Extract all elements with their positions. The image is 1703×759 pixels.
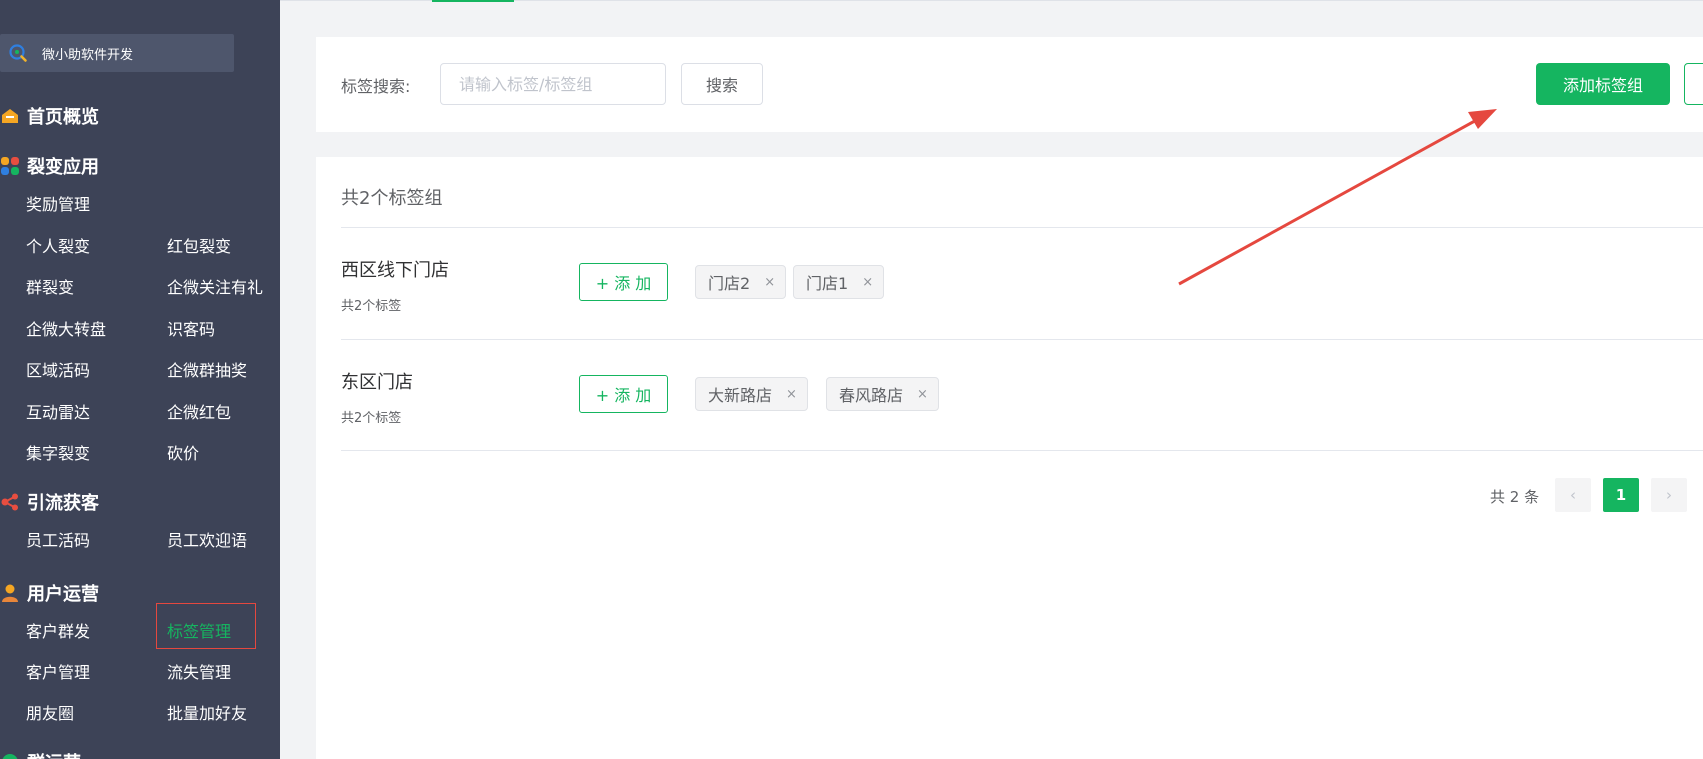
nav-section-home[interactable]: 首页概览 bbox=[0, 103, 99, 129]
brand-name: 微小助软件开发 bbox=[42, 47, 134, 63]
menu-item-churn-management[interactable]: 流失管理 bbox=[167, 659, 231, 683]
tag-close-icon[interactable]: × bbox=[917, 387, 928, 402]
menu-item-rewards[interactable]: 奖励管理 bbox=[26, 191, 90, 215]
menu-item-staff-qrcode[interactable]: 员工活码 bbox=[26, 527, 90, 551]
tag-chip: 春风路店 × bbox=[826, 377, 939, 411]
tag-group-tag-count: 共2个标签 bbox=[341, 299, 402, 314]
menu-item-moments[interactable]: 朋友圈 bbox=[26, 700, 74, 724]
search-label: 标签搜索: bbox=[341, 77, 411, 96]
nav-section-label: 引流获客 bbox=[27, 493, 99, 514]
nav-section-label: 首页概览 bbox=[27, 107, 99, 128]
pagination-prev-button[interactable]: ‹ bbox=[1555, 478, 1591, 512]
add-tag-group-button[interactable]: 添加标签组 bbox=[1536, 63, 1670, 105]
menu-item-customer-broadcast[interactable]: 客户群发 bbox=[26, 618, 90, 642]
menu-item-bargain[interactable]: 砍价 bbox=[167, 440, 199, 464]
menu-item-tag-management[interactable]: 标签管理 bbox=[167, 618, 231, 642]
tag-label: 门店2 bbox=[708, 274, 751, 293]
pagination-total: 共 2 条 bbox=[1490, 488, 1540, 506]
menu-item-lucky-wheel[interactable]: 企微大转盘 bbox=[26, 316, 106, 340]
divider bbox=[341, 450, 1703, 451]
tag-search-input[interactable] bbox=[440, 63, 666, 105]
user-icon bbox=[0, 583, 20, 603]
tag-chip: 门店1 × bbox=[793, 265, 885, 299]
nav-section-label: 裂变应用 bbox=[27, 157, 99, 178]
menu-item-redpacket-fission[interactable]: 红包裂变 bbox=[167, 233, 231, 257]
tag-label: 大新路店 bbox=[708, 386, 773, 405]
tag-chip: 大新路店 × bbox=[695, 377, 808, 411]
tag-label: 春风路店 bbox=[839, 386, 904, 405]
menu-item-region-qrcode[interactable]: 区域活码 bbox=[26, 357, 90, 381]
menu-item-customer-code[interactable]: 识客码 bbox=[167, 316, 215, 340]
tag-group-count: 共2个标签组 bbox=[341, 188, 443, 209]
share-nodes-icon bbox=[0, 492, 20, 512]
tag-group-list: 共2个标签组 西区线下门店 共2个标签 + 添 加 门店2 × 门店1 × 东区… bbox=[316, 157, 1703, 759]
menu-item-group-lottery[interactable]: 企微群抽奖 bbox=[167, 357, 247, 381]
tag-group-name: 东区门店 bbox=[341, 372, 413, 393]
nav-section-user-ops[interactable]: 用户运营 bbox=[0, 580, 99, 606]
search-panel: 标签搜索: 搜索 添加标签组 bbox=[316, 37, 1703, 132]
menu-item-follow-gift[interactable]: 企微关注有礼 bbox=[167, 274, 263, 298]
menu-item-interactive-radar[interactable]: 互动雷达 bbox=[26, 399, 90, 423]
active-tab-indicator bbox=[432, 0, 514, 2]
home-icon bbox=[0, 106, 20, 126]
tag-label: 门店1 bbox=[806, 274, 849, 293]
search-button[interactable]: 搜索 bbox=[681, 63, 763, 105]
nav-section-acquisition[interactable]: 引流获客 bbox=[0, 489, 99, 515]
tag-group-row: 东区门店 共2个标签 + 添 加 大新路店 × 春风路店 × bbox=[341, 340, 1703, 451]
menu-item-group-fission[interactable]: 群裂变 bbox=[26, 274, 74, 298]
tag-group-name: 西区线下门店 bbox=[341, 260, 449, 281]
tag-group-tag-count: 共2个标签 bbox=[341, 411, 402, 426]
sidebar: 微小助软件开发 首页概览 裂变应用 奖励管理 个人裂变 红包裂变 群裂变 企微关… bbox=[0, 0, 280, 759]
nav-section-label: 用户运营 bbox=[27, 584, 99, 605]
menu-item-customer-management[interactable]: 客户管理 bbox=[26, 659, 90, 683]
apps-grid-icon bbox=[0, 156, 20, 176]
nav-section-group-ops[interactable]: 群运营 bbox=[0, 749, 81, 759]
menu-item-wecom-redpacket[interactable]: 企微红包 bbox=[167, 399, 231, 423]
secondary-action-button[interactable] bbox=[1684, 63, 1703, 105]
menu-item-personal-fission[interactable]: 个人裂变 bbox=[26, 233, 90, 257]
brand-logo-icon bbox=[9, 44, 27, 62]
menu-item-word-collect[interactable]: 集字裂变 bbox=[26, 440, 90, 464]
add-tag-button[interactable]: + 添 加 bbox=[579, 375, 668, 413]
tag-close-icon[interactable]: × bbox=[862, 275, 873, 290]
tag-close-icon[interactable]: × bbox=[786, 387, 797, 402]
tag-chip: 门店2 × bbox=[695, 265, 787, 299]
brand-bar[interactable]: 微小助软件开发 bbox=[0, 34, 234, 72]
menu-item-batch-add-friends[interactable]: 批量加好友 bbox=[167, 700, 247, 724]
tag-group-row: 西区线下门店 共2个标签 + 添 加 门店2 × 门店1 × bbox=[341, 228, 1703, 339]
pagination-next-button[interactable]: › bbox=[1651, 478, 1687, 512]
menu-item-welcome-message[interactable]: 员工欢迎语 bbox=[167, 527, 247, 551]
nav-section-label: 群运营 bbox=[27, 749, 81, 759]
add-tag-button[interactable]: + 添 加 bbox=[579, 263, 668, 301]
tag-close-icon[interactable]: × bbox=[764, 275, 775, 290]
nav-section-fission[interactable]: 裂变应用 bbox=[0, 153, 99, 179]
group-icon bbox=[0, 752, 20, 759]
pagination-page-button[interactable]: 1 bbox=[1603, 478, 1639, 512]
